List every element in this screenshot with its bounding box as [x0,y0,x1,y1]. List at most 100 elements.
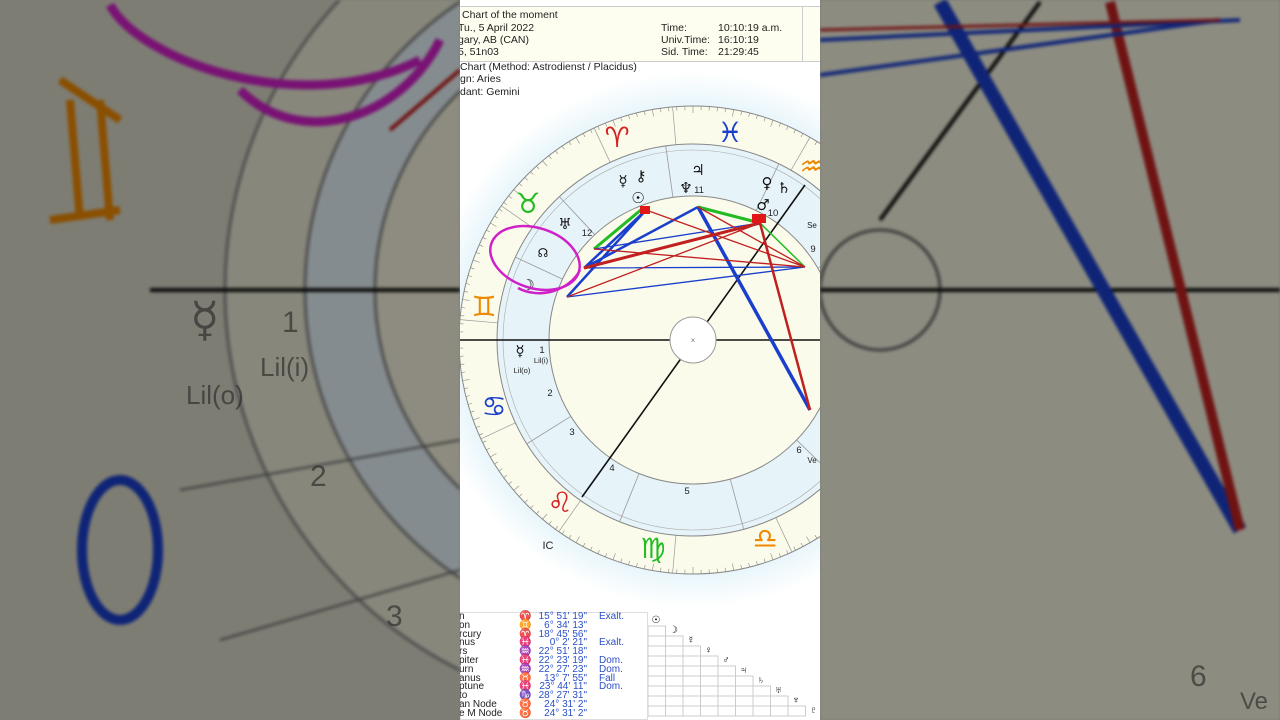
aspect-grid-cell [752,705,771,717]
aspect-grid-cell [665,695,684,707]
aspect-grid-cell [682,675,701,687]
aspect-grid-cell [752,685,771,697]
aspect-grid-header: ♇ [810,705,818,716]
saturn-glyph: ♄ [777,179,790,197]
sid-value: 21:29:45 [718,46,759,58]
aspect-grid-cell [787,705,806,717]
aspect-grid-cell [648,705,666,717]
aspect-grid-cell [665,685,684,697]
neptune-glyph: ♆ [679,179,692,197]
aspect-grid-cell [700,705,719,717]
blurred-mercury-glyph: ☿ [190,292,220,348]
aspect-grid-cell [735,675,754,687]
chart-title: Chart of the moment [462,9,558,21]
house-9: 9 [810,244,815,255]
chiron-glyph: ⚷ [636,167,647,185]
aspect-grid-cell [752,695,771,707]
aspect-grid-cell [682,705,701,717]
aspect-grid-cell [717,665,736,677]
aspect-grid-cell [700,655,719,667]
jupiter-glyph: ♃ [691,161,704,179]
sid-label: Sid. Time: [661,46,708,58]
blurred-house-1: 1 [282,306,299,339]
aspect-grid-cell [665,675,684,687]
aspect-grid-cell [682,645,701,657]
aspect-grid-header: ♃ [740,665,748,676]
north-node-glyph: ☊ [538,246,549,260]
aspect-grid-cell [648,635,666,647]
aspect-grid-cell [700,665,719,677]
lilith-mercury-glyph: ☿ [515,342,524,360]
se-label: Se [807,221,817,230]
lil-i-label: Lil(i) [534,356,549,365]
ut-value: 16:10:19 [718,34,759,46]
aspect-grid-cell [770,695,789,707]
sign-pisces: ♓ [717,116,742,149]
house-12: 12 [582,228,593,239]
header-side-box [802,7,820,61]
chart-coords: 5, 51n03 [460,46,499,58]
natal-chart-wheel: × ♈ ♓ ♉ ♊ ♋ ♌ ♍ ♎ ♒ ☿ ⚷ ☉ ♃ ♆ ♀ ♄ ♂ ♅ ☊ … [460,72,820,608]
aspect-grid-cell [682,695,701,707]
aspect-grid-cell [648,695,666,707]
aspect-grid-header: ♂ [722,655,730,666]
aspect-grid-header: ☽ [669,625,678,636]
sign-gemini: ♊ [471,290,496,323]
aspect-grid-cell [648,685,666,697]
blurred-house-3: 3 [386,600,403,633]
aspect-grid-cell [648,655,666,667]
venus-glyph: ♀ [762,174,773,192]
position-row: e M Node ♉ 24° 31' 2" [460,707,647,719]
aspect-grid-cell [735,705,754,717]
aspect-grid-cell [665,705,684,717]
lil-o-label: Lil(o) [514,366,531,375]
chart-header: Chart of the moment Tu., 5 April 2022 ga… [460,6,820,62]
house-11: 11 [694,185,704,196]
aspect-grid-cell [700,685,719,697]
house-6: 6 [796,445,801,456]
position-dignity: Exalt. [599,611,625,622]
aspect-grid-cell [717,705,736,717]
ic-label: IC [543,540,554,552]
sun-glyph: ☉ [631,189,644,207]
time-value: 10:10:19 a.m. [718,22,783,34]
blurred-lil-o: Lil(o) [186,380,244,410]
sign-leo: ♌ [547,486,572,519]
aspect-grid-cell [665,635,684,647]
aspect-grid-cell [648,625,666,637]
aspect-grid-cell [648,645,666,657]
sign-aries: ♈ [604,121,629,154]
position-deg: 24° 31' 2" [544,707,587,719]
aspect-grid-cell [682,655,701,667]
aspect-grid-cell [735,685,754,697]
uranus-glyph: ♅ [558,215,571,233]
aspect-grid-cell [700,675,719,687]
aspect-grid-header: ☉ [652,615,661,626]
sign-virgo: ♍ [640,532,665,565]
aspect-grid-cell [648,665,666,677]
aspect-grid-header: ♆ [792,695,800,706]
aspect-grid-cell [682,665,701,677]
chart-place: gary, AB (CAN) [460,34,529,46]
svg-text:×: × [691,336,696,345]
aspect-grid-cell [700,695,719,707]
sign-cancer: ♋ [481,390,506,423]
sign-taurus: ♉ [515,187,540,220]
house-5: 5 [684,486,689,497]
blurred-background-right: 6 Ve [820,0,1280,720]
aspect-grid-cell [735,695,754,707]
house-3: 3 [569,427,574,438]
planet-positions-table: n ♈ 15° 51' 19" Exalt. on ♊ 6° 34' 13" rcury ♈ 18… [460,612,648,720]
ve-label: Ve [807,456,817,465]
house-10: 10 [768,208,779,219]
position-name: e M Node [460,707,503,719]
position-dignity: Dom. [599,681,623,693]
aspect-grid-header: ☿ [687,635,695,646]
house-4: 4 [609,463,614,474]
blurred-house-6: 6 [1190,660,1207,693]
aspect-grid-cell [682,685,701,697]
aspect-grid-cell [717,675,736,687]
mercury-glyph: ☿ [618,172,627,190]
aspect-grid-header: ♄ [757,675,765,686]
aspect-grid: ☉ ☽ ☿ ♀ ♂ ♃ ♄ ♅ ♆ ♇ [648,615,818,717]
